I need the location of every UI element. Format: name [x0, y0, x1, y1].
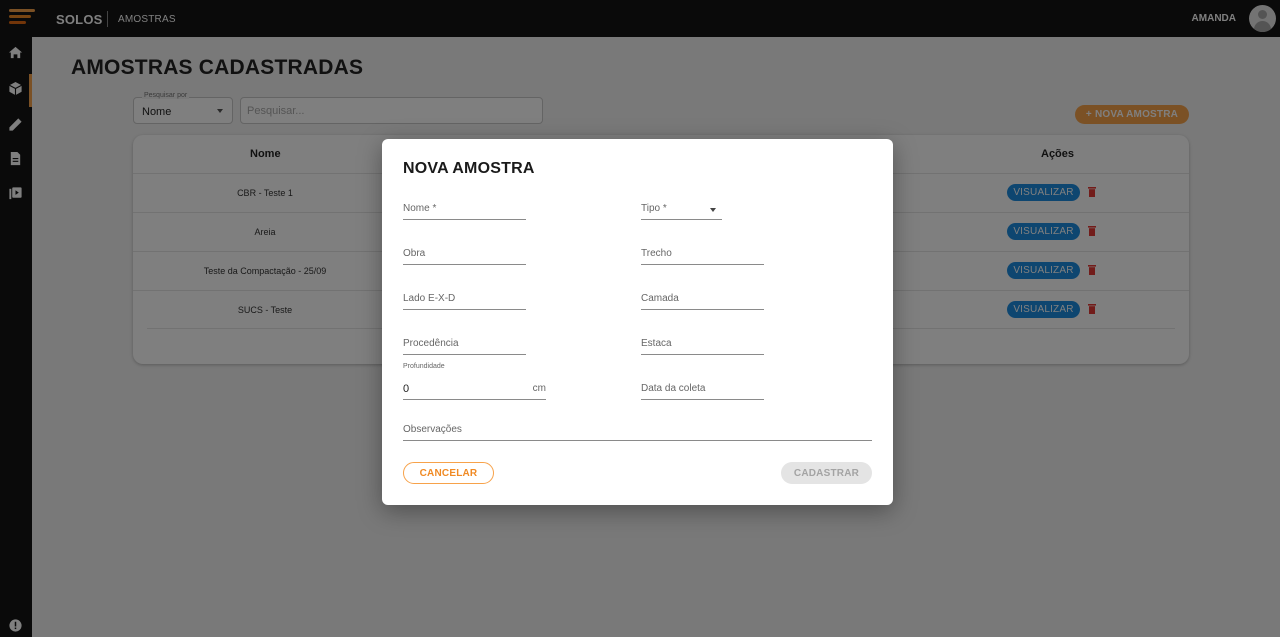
cancel-button[interactable]: CANCELAR — [403, 462, 494, 484]
chevron-down-icon — [710, 208, 716, 212]
stake-field-label: Estaca — [641, 338, 672, 349]
layer-field-label: Camada — [641, 293, 679, 304]
stake-field[interactable]: Estaca — [641, 335, 764, 355]
new-sample-dialog: NOVA AMOSTRA Nome * Tipo * Obra Trecho L… — [382, 139, 893, 505]
layer-field[interactable]: Camada — [641, 290, 764, 310]
work-field[interactable]: Obra — [403, 245, 526, 265]
section-field-label: Trecho — [641, 248, 672, 259]
dialog-title: NOVA AMOSTRA — [403, 160, 535, 177]
submit-button[interactable]: CADASTRAR — [781, 462, 872, 484]
type-select[interactable]: Tipo * — [641, 200, 722, 220]
depth-unit: cm — [532, 383, 546, 394]
section-field[interactable]: Trecho — [641, 245, 764, 265]
depth-field-label: Profundidade — [403, 363, 445, 370]
depth-field-value: 0 — [403, 383, 410, 395]
name-field[interactable]: Nome * — [403, 200, 526, 220]
collection-date-field[interactable]: Data da coleta — [641, 380, 764, 400]
collection-date-label: Data da coleta — [641, 383, 706, 394]
origin-field-label: Procedência — [403, 338, 459, 349]
side-field[interactable]: Lado E-X-D — [403, 290, 526, 310]
work-field-label: Obra — [403, 248, 426, 259]
side-field-label: Lado E-X-D — [403, 293, 456, 304]
notes-field-label: Observações — [403, 424, 462, 435]
type-select-label: Tipo * — [641, 203, 667, 214]
origin-field[interactable]: Procedência — [403, 335, 526, 355]
notes-field[interactable]: Observações — [403, 421, 872, 441]
depth-field[interactable]: Profundidade 0 cm — [403, 363, 546, 400]
name-field-label: Nome * — [403, 203, 437, 214]
